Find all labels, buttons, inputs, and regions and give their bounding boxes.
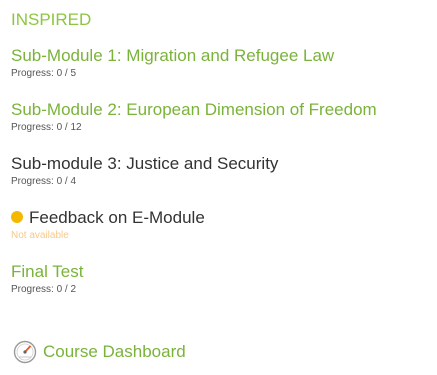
final-test-item: Final Test Progress: 0 / 2	[11, 261, 83, 296]
module-item-1: Sub-Module 1: Migration and Refugee Law …	[11, 45, 334, 80]
feedback-label: Feedback on E-Module	[29, 208, 205, 227]
course-dashboard-link[interactable]: Course Dashboard	[13, 340, 186, 364]
module-1-progress: Progress: 0 / 5	[11, 68, 77, 79]
gauge-icon	[13, 340, 37, 364]
status-dot-icon	[11, 210, 23, 223]
module-2-link[interactable]: Sub-Module 2: European Dimension of Free…	[11, 99, 377, 121]
module-3-link[interactable]: Sub-module 3: Justice and Security	[11, 153, 278, 175]
module-item-2: Sub-Module 2: European Dimension of Free…	[11, 99, 377, 134]
final-test-link[interactable]: Final Test	[11, 261, 83, 283]
course-title: INSPIRED	[11, 10, 92, 29]
feedback-label-wrap: Feedback on E-Module	[11, 207, 205, 229]
feedback-status: Not available	[11, 230, 69, 241]
final-test-progress: Progress: 0 / 2	[11, 284, 77, 295]
course-dashboard-label: Course Dashboard	[43, 342, 186, 361]
feedback-item: Feedback on E-Module Not available	[11, 207, 205, 242]
module-3-progress: Progress: 0 / 4	[11, 176, 77, 187]
module-2-progress: Progress: 0 / 12	[11, 122, 82, 133]
module-1-link[interactable]: Sub-Module 1: Migration and Refugee Law	[11, 45, 334, 67]
module-item-3: Sub-module 3: Justice and Security Progr…	[11, 153, 278, 188]
